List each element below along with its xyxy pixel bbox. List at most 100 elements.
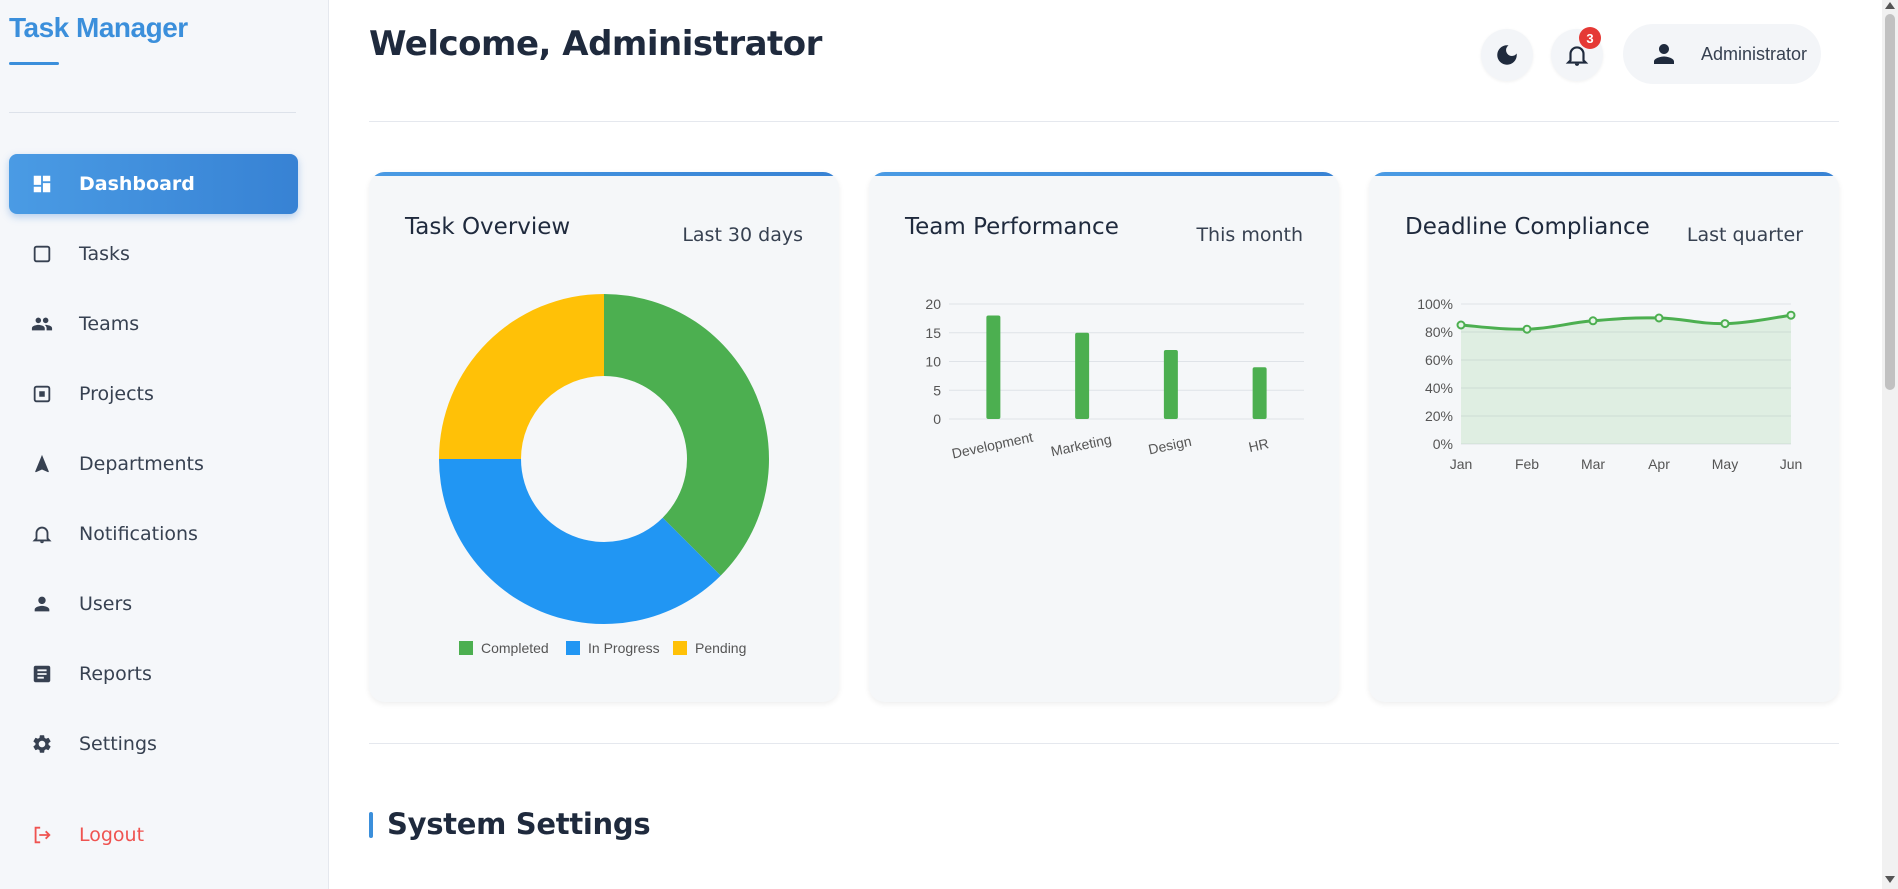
- sidebar-item-reports[interactable]: Reports: [9, 644, 298, 704]
- donut-slice: [439, 459, 721, 624]
- sidebar-item-label: Users: [79, 593, 133, 615]
- x-tick-label: Mar: [1581, 456, 1605, 472]
- sidebar-item-label: Projects: [79, 383, 154, 405]
- data-point: [1588, 316, 1598, 326]
- user-icon: [1654, 44, 1674, 64]
- data-point: [1786, 310, 1796, 320]
- sidebar-item-label: Dashboard: [79, 173, 195, 195]
- theme-toggle-button[interactable]: [1481, 29, 1533, 81]
- notification-badge: 3: [1579, 27, 1601, 49]
- data-point: [1654, 313, 1664, 323]
- main-content: Welcome, Administrator 3 Administrator T…: [329, 0, 1869, 889]
- sidebar-item-teams[interactable]: Teams: [9, 294, 298, 354]
- y-tick-label: 60%: [1425, 352, 1453, 368]
- bar: [1252, 367, 1267, 419]
- x-tick-label: Development: [950, 429, 1034, 462]
- gear-icon: [31, 733, 53, 755]
- brand-underline: [9, 62, 59, 65]
- scroll-up-arrow[interactable]: [1885, 2, 1895, 9]
- y-tick-label: 15: [925, 325, 941, 341]
- bell-icon: [31, 523, 53, 545]
- area-fill: [1461, 315, 1791, 444]
- x-tick-label: Design: [1147, 433, 1193, 458]
- x-tick-label: Apr: [1648, 456, 1670, 472]
- data-point: [1720, 319, 1730, 329]
- team-performance-card: Team Performance This month 0 5 10 15 20 Deve…: [869, 172, 1339, 702]
- sidebar-divider: [9, 112, 296, 113]
- legend-swatch: [566, 641, 580, 655]
- donut-chart: Completed In Progress Pending: [439, 294, 769, 656]
- scroll-thumb[interactable]: [1885, 14, 1895, 390]
- x-tick-label: Feb: [1515, 456, 1539, 472]
- section-divider: [369, 743, 1839, 744]
- navigation-icon: [31, 453, 53, 475]
- sidebar: Task Manager Dashboard Tasks Teams Proje…: [0, 0, 329, 889]
- header-divider: [369, 121, 1839, 122]
- logout-button[interactable]: Logout: [9, 805, 298, 865]
- report-icon: [31, 663, 53, 685]
- x-tick-label: May: [1712, 456, 1738, 472]
- moon-icon: [1497, 45, 1517, 65]
- logout-label: Logout: [79, 824, 145, 846]
- sidebar-item-label: Reports: [79, 663, 152, 685]
- area-chart: 0% 20% 40% 60% 80% 100% Jan Feb Mar Apr May Jun: [1417, 296, 1803, 472]
- app-window: Task Manager Dashboard Tasks Teams Proje…: [0, 0, 1898, 889]
- sidebar-item-departments[interactable]: Departments: [9, 434, 298, 494]
- y-tick-label: 20%: [1425, 408, 1453, 424]
- sidebar-item-label: Tasks: [79, 243, 130, 265]
- donut-slice: [439, 294, 604, 459]
- people-icon: [31, 313, 53, 335]
- section-title: System Settings: [387, 807, 651, 841]
- legend-swatch: [459, 641, 473, 655]
- sidebar-item-label: Teams: [79, 313, 140, 335]
- legend-label: Pending: [695, 640, 746, 656]
- data-point: [1522, 324, 1532, 334]
- bar: [1075, 332, 1090, 419]
- bar: [1163, 350, 1178, 419]
- page-title: Welcome, Administrator: [369, 24, 822, 64]
- legend-label: In Progress: [588, 640, 660, 656]
- dashboard-icon: [31, 173, 53, 195]
- sidebar-item-dashboard[interactable]: Dashboard: [9, 154, 298, 214]
- y-tick-label: 10: [925, 354, 941, 370]
- x-tick-label: Jan: [1450, 456, 1473, 472]
- user-icon: [31, 593, 53, 615]
- scroll-down-arrow[interactable]: [1885, 876, 1895, 883]
- sidebar-nav: Dashboard Tasks Teams Projects Departmen…: [9, 154, 298, 784]
- sidebar-item-notifications[interactable]: Notifications: [9, 504, 298, 564]
- sidebar-item-label: Notifications: [79, 523, 198, 545]
- legend-label: Completed: [481, 640, 549, 656]
- legend-swatch: [673, 641, 687, 655]
- bar-chart: 0 5 10 15 20 Development Marketing Design HR: [925, 296, 1304, 462]
- app-title: Task Manager: [9, 12, 188, 43]
- task-overview-card: Task Overview Last 30 days Completed In P…: [369, 172, 839, 702]
- y-tick-label: 80%: [1425, 324, 1453, 340]
- section-accent-bar: [369, 812, 373, 838]
- sidebar-item-label: Settings: [79, 733, 157, 755]
- notifications-button[interactable]: 3: [1551, 27, 1603, 81]
- x-tick-label: HR: [1247, 435, 1270, 455]
- checkbox-icon: [31, 243, 53, 265]
- sidebar-item-tasks[interactable]: Tasks: [9, 224, 298, 284]
- data-point: [1456, 320, 1466, 330]
- y-tick-label: 0: [933, 411, 941, 427]
- deadline-compliance-card: Deadline Compliance Last quarter 0% 20% 40…: [1369, 172, 1839, 702]
- x-tick-label: Jun: [1780, 456, 1803, 472]
- x-tick-label: Marketing: [1049, 431, 1112, 459]
- user-name: Administrator: [1701, 43, 1808, 64]
- project-icon: [31, 383, 53, 405]
- y-tick-label: 40%: [1425, 380, 1453, 396]
- bar: [986, 315, 1001, 419]
- sidebar-item-projects[interactable]: Projects: [9, 364, 298, 424]
- sidebar-item-users[interactable]: Users: [9, 574, 298, 634]
- user-menu-button[interactable]: Administrator: [1623, 24, 1821, 84]
- y-tick-label: 20: [925, 296, 941, 312]
- donut-slice: [604, 294, 769, 576]
- y-tick-label: 5: [933, 382, 941, 398]
- y-tick-label: 0%: [1433, 436, 1453, 452]
- sidebar-item-settings[interactable]: Settings: [9, 714, 298, 774]
- y-tick-label: 100%: [1417, 296, 1453, 312]
- avatar: [1649, 39, 1679, 69]
- logout-icon: [31, 824, 53, 846]
- vertical-scrollbar[interactable]: [1882, 0, 1898, 889]
